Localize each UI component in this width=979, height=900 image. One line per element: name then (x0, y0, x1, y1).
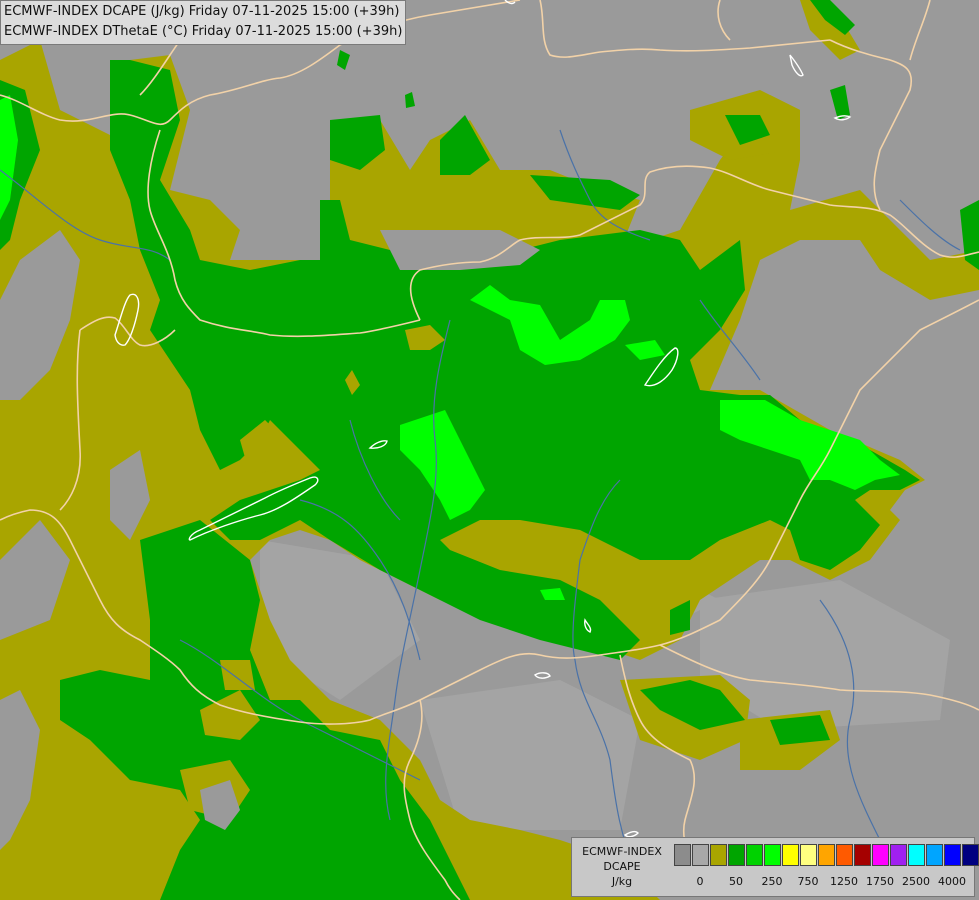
legend-tick-label: 750 (797, 875, 819, 888)
legend-swatch (764, 844, 781, 866)
legend-unit: J/kg (611, 875, 633, 888)
legend: ECMWF-INDEX DCAPE J/kg 0 50 250 750 1250 1750… (571, 837, 979, 897)
map-title-box: ECMWF-INDEX DCAPE (J/kg) Friday 07-11-20… (0, 0, 407, 45)
legend-swatch (872, 844, 889, 866)
legend-swatch (782, 844, 799, 866)
map-title-dcape: ECMWF-INDEX DCAPE (J/kg) Friday 07-11-20… (4, 4, 400, 19)
legend-swatch (890, 844, 907, 866)
legend-swatch (836, 844, 853, 866)
legend-tick-label: 250 (761, 875, 783, 888)
legend-swatch (728, 844, 745, 866)
legend-swatch (746, 844, 763, 866)
legend-swatch (926, 844, 943, 866)
legend-tick-label: 4000 (938, 875, 966, 888)
legend-model: ECMWF-INDEX (582, 845, 662, 858)
legend-tick-label: 1250 (830, 875, 858, 888)
legend-caption: ECMWF-INDEX DCAPE J/kg (572, 844, 672, 889)
legend-swatch (710, 844, 727, 866)
legend-swatch (908, 844, 925, 866)
legend-swatch (854, 844, 871, 866)
map-title-dthetae: ECMWF-INDEX DThetaE (°C) Friday 07-11-20… (4, 24, 403, 39)
legend-swatch (800, 844, 817, 866)
legend-tick-label: 1750 (866, 875, 894, 888)
map-canvas (0, 0, 979, 900)
legend-swatch (818, 844, 835, 866)
legend-swatch (944, 844, 961, 866)
legend-tick-label: 2500 (902, 875, 930, 888)
legend-swatch (692, 844, 709, 866)
legend-swatch (962, 844, 979, 866)
legend-tick-label: 50 (729, 875, 743, 888)
legend-tick-label: 0 (696, 875, 704, 888)
legend-swatch (674, 844, 691, 866)
legend-tick-labels: 0 50 250 750 1250 1750 2500 4000 (674, 875, 974, 889)
legend-parameter: DCAPE (603, 860, 641, 873)
legend-color-bar (674, 844, 979, 866)
